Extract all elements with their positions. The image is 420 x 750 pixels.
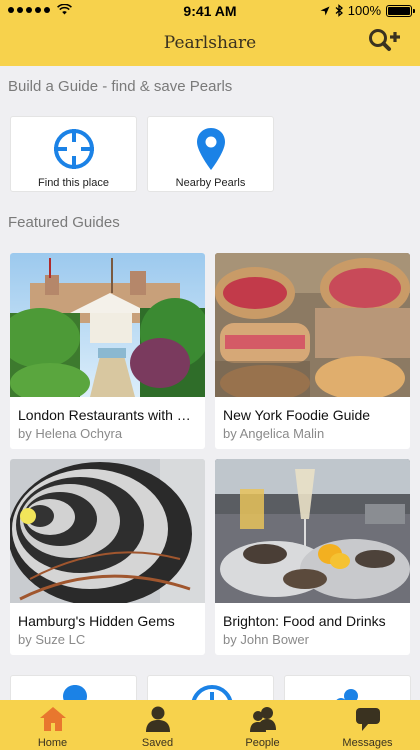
app-header: 9:41 AM 100% Pearlshare xyxy=(0,0,420,66)
find-this-place-label: Find this place xyxy=(38,177,109,189)
guide-author-brighton: by John Bower xyxy=(223,632,309,647)
guide-author-new-york: by Angelica Malin xyxy=(223,426,325,441)
guide-title-brighton: Brighton: Food and Drinks xyxy=(223,613,386,629)
add-person-icon[interactable] xyxy=(366,28,402,56)
crosshair-icon xyxy=(53,129,94,169)
battery-icon xyxy=(386,4,415,17)
guide-title-london: London Restaurants with Gardens xyxy=(18,407,200,423)
tab-messages[interactable]: Messages xyxy=(315,700,420,750)
guide-author-london: by Helena Ochyra xyxy=(18,426,123,441)
guide-card-hamburg[interactable]: Hamburg's Hidden Gems by Suze LC xyxy=(10,459,205,655)
tab-home[interactable]: Home xyxy=(0,700,105,750)
guide-card-new-york[interactable]: New York Foodie Guide by Angelica Malin xyxy=(215,253,410,449)
status-bar: 9:41 AM 100% xyxy=(0,0,420,22)
chat-bubble-icon xyxy=(355,708,380,731)
people-icon xyxy=(249,707,276,732)
build-guide-heading: Build a Guide - find & save Pearls xyxy=(8,78,233,95)
guide-card-london[interactable]: London Restaurants with Gardens by Helen… xyxy=(10,253,205,449)
tab-messages-label: Messages xyxy=(342,737,393,749)
app-title: Pearlshare xyxy=(163,33,257,53)
home-icon xyxy=(39,707,66,731)
nearby-pearls-label: Nearby Pearls xyxy=(175,177,246,189)
map-pin-icon xyxy=(196,128,225,170)
tab-people[interactable]: People xyxy=(210,700,315,750)
nearby-pearls-button[interactable]: Nearby Pearls xyxy=(147,116,274,192)
guide-image-london xyxy=(10,253,205,397)
tab-home-label: Home xyxy=(37,737,68,749)
tab-people-label: People xyxy=(245,737,280,749)
featured-guides-heading: Featured Guides xyxy=(8,214,120,231)
tab-saved-label: Saved xyxy=(141,737,174,749)
guide-card-brighton[interactable]: Brighton: Food and Drinks by John Bower xyxy=(215,459,410,655)
guide-title-hamburg: Hamburg's Hidden Gems xyxy=(18,613,175,629)
guide-image-brighton xyxy=(215,459,410,603)
guide-author-hamburg: by Suze LC xyxy=(18,632,86,647)
tab-saved[interactable]: Saved xyxy=(105,700,210,750)
guide-title-new-york: New York Foodie Guide xyxy=(223,407,371,423)
person-icon xyxy=(145,706,170,732)
location-arrow-icon xyxy=(320,6,330,15)
battery-percent: 100% xyxy=(347,3,381,18)
find-this-place-button[interactable]: Find this place xyxy=(10,116,137,192)
guide-image-hamburg xyxy=(10,459,205,603)
bluetooth-icon xyxy=(335,4,343,17)
guide-image-new-york xyxy=(215,253,410,397)
tab-bar: Home Saved People Messages xyxy=(0,700,420,750)
